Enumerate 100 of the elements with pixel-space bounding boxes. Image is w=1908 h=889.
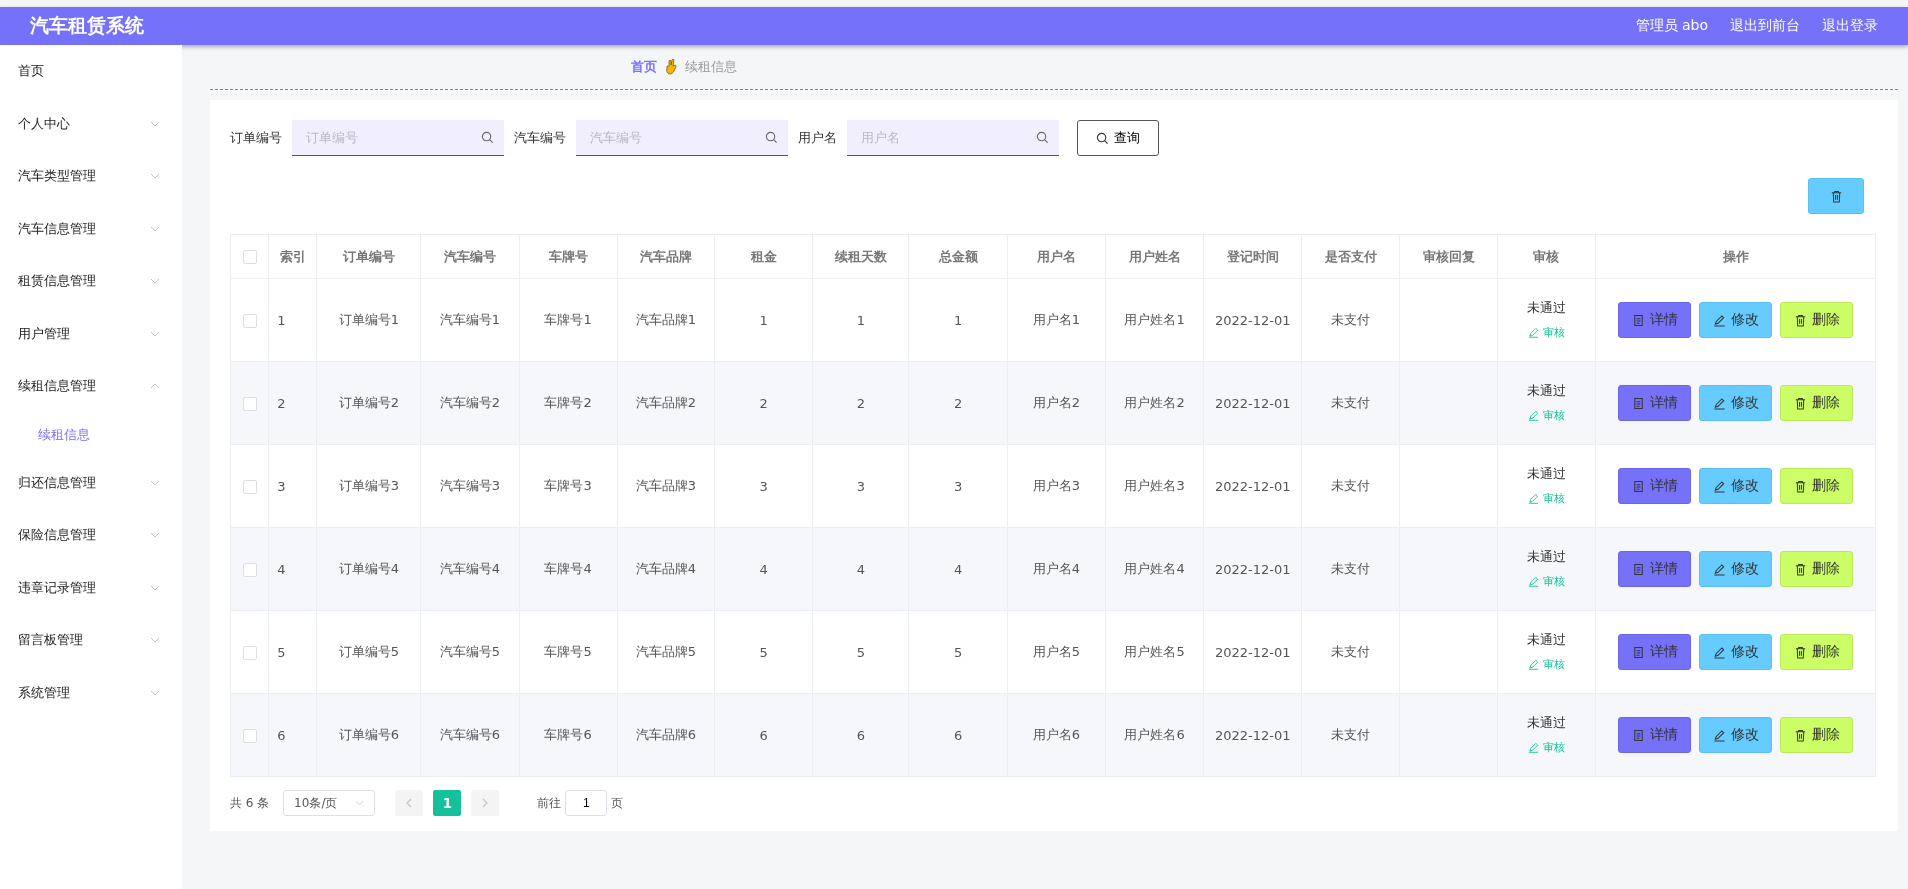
pen-icon xyxy=(1527,410,1539,421)
edit-button[interactable]: 修改 xyxy=(1699,302,1773,338)
sidebar-subitem[interactable]: 续租信息 xyxy=(0,412,182,457)
row-checkbox[interactable] xyxy=(242,728,257,743)
page-suffix: 页 xyxy=(611,794,624,812)
row-checkbox[interactable] xyxy=(242,313,257,328)
chevron-right-icon xyxy=(482,798,489,808)
table-cell: 汽车编号5 xyxy=(439,644,501,659)
sidebar-item[interactable]: 用户管理 xyxy=(0,307,182,360)
row-checkbox[interactable] xyxy=(242,562,257,577)
sidebar-item[interactable]: 违章记录管理 xyxy=(0,561,182,614)
table-cell: 未支付 xyxy=(1331,727,1371,742)
breadcrumb-item[interactable]: 首页 xyxy=(631,58,657,76)
column-header: 索引 xyxy=(268,234,317,279)
table-cell: 订单编号3 xyxy=(338,478,399,493)
delete-button[interactable]: 删除 xyxy=(1780,717,1854,753)
table-cell: 车牌号5 xyxy=(544,644,592,659)
table-cell: 6 xyxy=(277,727,286,743)
edit-button[interactable]: 修改 xyxy=(1699,717,1773,753)
goto-label: 前往 xyxy=(537,794,562,812)
row-checkbox[interactable] xyxy=(242,645,257,660)
document-icon xyxy=(1631,313,1645,327)
table-cell: 未支付 xyxy=(1331,312,1371,327)
edit-button[interactable]: 修改 xyxy=(1699,551,1773,587)
delete-button[interactable]: 删除 xyxy=(1780,634,1854,670)
table-cell: 汽车品牌5 xyxy=(635,644,696,659)
chevron-icon xyxy=(355,800,365,806)
table-cell: 订单编号1 xyxy=(338,312,399,327)
table-cell: 汽车编号1 xyxy=(439,312,501,327)
sidebar-item[interactable]: 首页 xyxy=(0,45,182,98)
delete-button[interactable]: 删除 xyxy=(1780,302,1854,338)
table-cell: 未支付 xyxy=(1331,395,1371,410)
edit-button[interactable]: 修改 xyxy=(1699,634,1773,670)
edit-button[interactable]: 修改 xyxy=(1699,385,1773,421)
document-icon xyxy=(1631,645,1645,659)
page-input[interactable]: 1 xyxy=(565,790,608,816)
table-cell: 1 xyxy=(277,312,286,328)
table-cell: 未支付 xyxy=(1331,478,1371,493)
header-link[interactable]: 退出到前台 xyxy=(1730,17,1800,35)
select-all-checkbox[interactable] xyxy=(242,250,257,265)
column-header: 汽车编号 xyxy=(420,234,519,279)
table-cell: 汽车编号6 xyxy=(439,727,501,742)
search-button[interactable]: 查询 xyxy=(1077,120,1159,156)
pen-icon xyxy=(1527,493,1539,504)
pen-icon xyxy=(1712,479,1726,493)
sidebar-item[interactable]: 续租信息管理 xyxy=(0,360,182,413)
table-cell: 订单编号5 xyxy=(338,644,399,659)
table-cell: 4 xyxy=(856,561,865,577)
table-cell: 2022-12-01 xyxy=(1214,478,1291,494)
sidebar-item[interactable]: 归还信息管理 xyxy=(0,456,182,509)
chevron-left-icon xyxy=(406,798,413,808)
column-header: 是否支付 xyxy=(1301,234,1400,279)
search-icon xyxy=(1096,131,1109,145)
table-cell: 用户姓名3 xyxy=(1124,478,1185,493)
table-cell: 车牌号3 xyxy=(544,478,592,493)
table-cell: 2022-12-01 xyxy=(1214,312,1291,328)
sidebar-item[interactable]: 留言板管理 xyxy=(0,614,182,667)
sidebar-item[interactable]: 个人中心 xyxy=(0,97,182,150)
sidebar-item[interactable]: 保险信息管理 xyxy=(0,509,182,562)
trash-icon xyxy=(1793,479,1807,493)
delete-button[interactable]: 删除 xyxy=(1780,385,1854,421)
row-checkbox[interactable] xyxy=(242,479,257,494)
table-cell: 3 xyxy=(856,478,865,494)
table-cell: 用户姓名1 xyxy=(1124,312,1185,327)
table-cell: 订单编号4 xyxy=(338,561,399,576)
previous-page-button[interactable] xyxy=(395,790,424,816)
sidebar-item[interactable]: 系统管理 xyxy=(0,666,182,719)
review-status: 未通过 xyxy=(1525,631,1567,649)
table-cell: 用户姓名2 xyxy=(1124,395,1185,410)
page-size-select[interactable]: 10条/页 xyxy=(283,790,376,816)
sidebar-item[interactable]: 租赁信息管理 xyxy=(0,255,182,308)
header-link[interactable]: 退出登录 xyxy=(1822,17,1878,35)
table-cell: 2 xyxy=(759,395,768,411)
column-header: 用户姓名 xyxy=(1105,234,1204,279)
edit-button[interactable]: 修改 xyxy=(1699,468,1773,504)
review-status: 未通过 xyxy=(1525,465,1567,483)
table-cell: 用户名4 xyxy=(1032,561,1080,576)
next-page-button[interactable] xyxy=(471,790,500,816)
row-checkbox[interactable] xyxy=(242,396,257,411)
sidebar-item[interactable]: 汽车类型管理 xyxy=(0,150,182,203)
table-cell: 5 xyxy=(277,644,286,660)
column-header: 审核回复 xyxy=(1399,234,1498,279)
table-cell: 2022-12-01 xyxy=(1214,395,1291,411)
column-header: 登记时间 xyxy=(1203,234,1302,279)
search-icon xyxy=(481,131,494,144)
trash-icon xyxy=(1793,645,1807,659)
table-cell: 2022-12-01 xyxy=(1214,561,1291,577)
delete-button[interactable]: 删除 xyxy=(1780,468,1854,504)
trash-icon xyxy=(1829,189,1843,203)
table-cell: 2 xyxy=(277,395,286,411)
table-cell: 4 xyxy=(277,561,286,577)
table-cell: 车牌号4 xyxy=(544,561,592,576)
search-icon xyxy=(1036,131,1049,144)
column-header: 车牌号 xyxy=(519,234,618,279)
delete-button[interactable]: 删除 xyxy=(1780,551,1854,587)
delete-button[interactable] xyxy=(1808,178,1864,214)
table-cell: 5 xyxy=(856,644,865,660)
table-cell: 订单编号2 xyxy=(338,395,399,410)
search-label: 汽车编号 xyxy=(514,129,566,147)
sidebar-item[interactable]: 汽车信息管理 xyxy=(0,202,182,255)
